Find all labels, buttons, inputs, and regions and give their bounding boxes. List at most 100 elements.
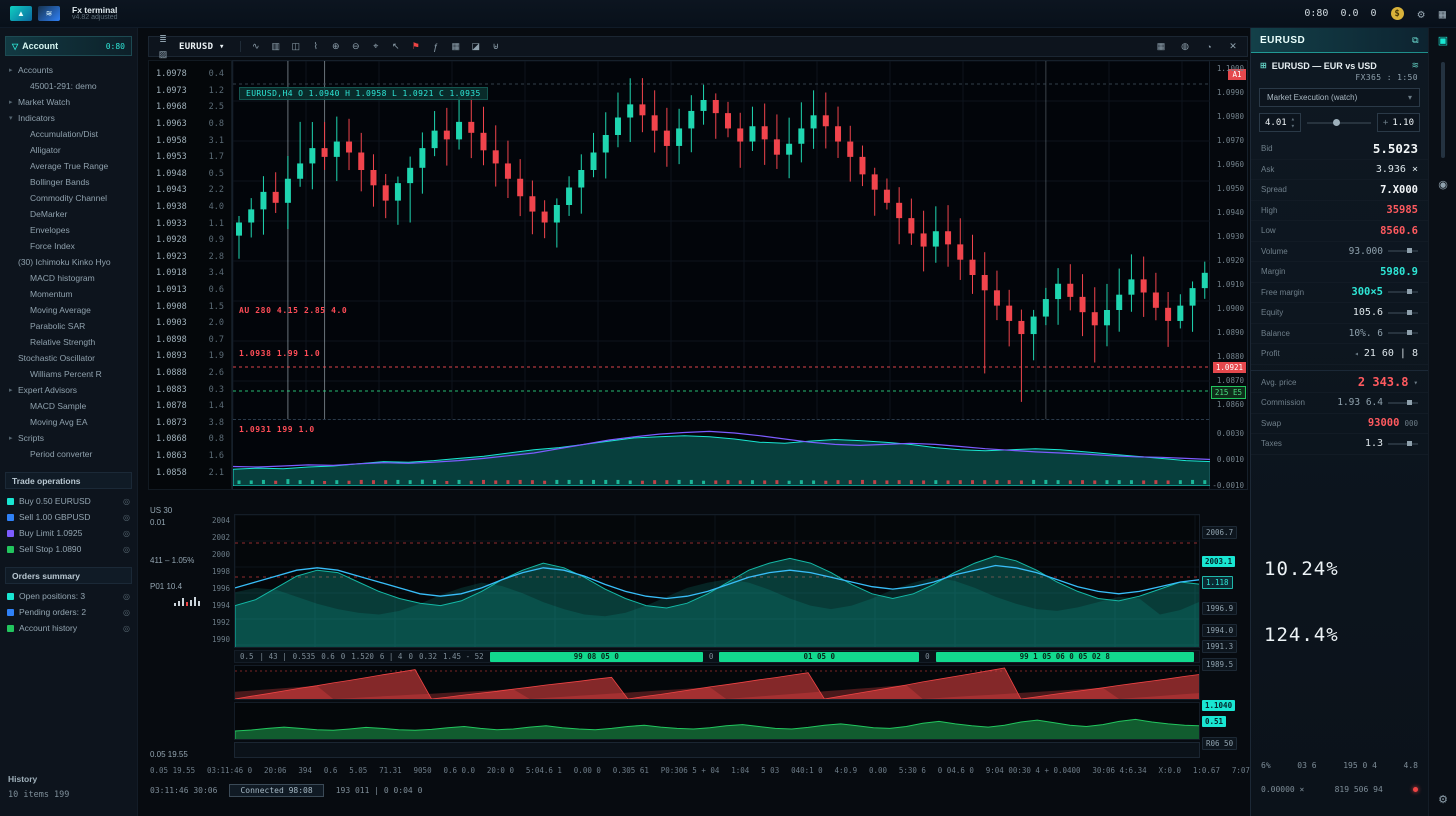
copy-icon[interactable]: ⧉: [1412, 35, 1419, 46]
zoom-in-icon[interactable]: ⊕: [328, 39, 344, 54]
flag-icon[interactable]: ⚑: [408, 39, 424, 54]
cursor-icon[interactable]: ↖: [388, 39, 404, 54]
mention-icon[interactable]: ◎: [123, 529, 130, 538]
list-item[interactable]: Buy Limit 1.0925◎: [0, 525, 137, 541]
dom-row[interactable]: 1.09384.0: [149, 199, 231, 216]
mini-slider[interactable]: [1388, 291, 1418, 293]
list-item[interactable]: Pending orders: 2◎: [0, 604, 137, 620]
mention-icon[interactable]: ◎: [123, 545, 130, 554]
mini-slider[interactable]: [1388, 332, 1418, 334]
sidebar-item-45001-291-demo[interactable]: 45001-291: demo: [0, 78, 137, 94]
mention-icon[interactable]: ◎: [123, 624, 130, 633]
scrollbar-thumb[interactable]: [1441, 62, 1445, 158]
timer-icon[interactable]: ◔: [1201, 39, 1217, 54]
sidebar-item-demarker[interactable]: DeMarker: [0, 206, 137, 222]
dom-row[interactable]: 1.09531.7: [149, 149, 231, 166]
list-item[interactable]: Sell Stop 1.0890◎: [0, 541, 137, 557]
tick-chart-icon[interactable]: ∿: [248, 39, 264, 54]
dom-row[interactable]: 1.09280.9: [149, 232, 231, 249]
sidebar-item-momentum[interactable]: Momentum: [0, 286, 137, 302]
sidebar-item-envelopes[interactable]: Envelopes: [0, 222, 137, 238]
price-axis[interactable]: A1 1.0921 215 E5 1.10001.09901.09801.097…: [1210, 60, 1248, 490]
sidebar-header[interactable]: ▽ Account 0:80: [5, 36, 132, 56]
close-icon[interactable]: ✕: [1225, 39, 1241, 54]
dom-row[interactable]: 1.09682.5: [149, 99, 231, 116]
volume-green-chart[interactable]: [234, 702, 1200, 740]
sidebar-item-period-converter[interactable]: Period converter: [0, 446, 137, 462]
mini-slider[interactable]: [1388, 312, 1418, 314]
layout-icon[interactable]: ▦: [1153, 39, 1169, 54]
symbol-selector[interactable]: EURUSD ▾: [175, 42, 233, 52]
sidebar-item-expert-advisors[interactable]: ▸Expert Advisors: [0, 382, 137, 398]
radio-icon[interactable]: ◉: [1429, 178, 1456, 191]
sidebar-item-accumulation-dist[interactable]: Accumulation/Dist: [0, 126, 137, 142]
sidebar-item-macd-histogram[interactable]: MACD histogram: [0, 270, 137, 286]
sidebar-item-williams-percent-r[interactable]: Williams Percent R: [0, 366, 137, 382]
logo-chart-icon[interactable]: ▲: [10, 6, 32, 21]
sidebar-item-force-index[interactable]: Force Index: [0, 238, 137, 254]
record-icon[interactable]: ◍: [1177, 39, 1193, 54]
sidebar-item--30-ichimoku-kinko-hyo[interactable]: (30) Ichimoku Kinko Hyo: [0, 254, 137, 270]
volume-input[interactable]: 4.01▴▾: [1259, 113, 1301, 132]
indicator-line-chart[interactable]: [234, 514, 1200, 648]
panel-toggle-icon[interactable]: ▣: [1429, 34, 1456, 47]
mention-icon[interactable]: ◎: [123, 608, 130, 617]
sidebar-item-moving-avg-ea[interactable]: Moving Avg EA: [0, 414, 137, 430]
crosshair-icon[interactable]: ⌖: [368, 39, 384, 54]
sidebar-item-parabolic-sar[interactable]: Parabolic SAR: [0, 318, 137, 334]
candlestick-icon[interactable]: ◫: [288, 39, 304, 54]
dom-row[interactable]: 1.09480.5: [149, 166, 231, 183]
dom-row[interactable]: 1.09130.6: [149, 282, 231, 299]
dom-row[interactable]: 1.08830.3: [149, 381, 231, 398]
sidebar-item-indicators[interactable]: ▾Indicators: [0, 110, 137, 126]
bar-chart-icon[interactable]: ▥: [268, 39, 284, 54]
dom-row[interactable]: 1.08980.7: [149, 332, 231, 349]
mini-slider[interactable]: [1388, 443, 1418, 445]
sidebar-item-macd-sample[interactable]: MACD Sample: [0, 398, 137, 414]
dom-row[interactable]: 1.09232.8: [149, 249, 231, 266]
dom-row[interactable]: 1.09583.1: [149, 132, 231, 149]
menu-icon[interactable]: ≣: [155, 32, 171, 47]
settings-gear-icon[interactable]: ⚙: [1418, 7, 1425, 21]
dom-row[interactable]: 1.08680.8: [149, 431, 231, 448]
dom-row[interactable]: 1.09081.5: [149, 298, 231, 315]
logo-wave-icon[interactable]: ≋: [38, 6, 60, 21]
candlestick-chart[interactable]: [233, 61, 1211, 419]
list-item[interactable]: Account history◎: [0, 620, 137, 636]
mention-icon[interactable]: ◎: [123, 592, 130, 601]
sidebar-item-accounts[interactable]: ▸Accounts: [0, 62, 137, 78]
sidebar-item-moving-average[interactable]: Moving Average: [0, 302, 137, 318]
apps-grid-icon[interactable]: ▦: [1439, 7, 1446, 21]
mini-slider[interactable]: [1388, 402, 1418, 404]
sidebar-item-average-true-range[interactable]: Average True Range: [0, 158, 137, 174]
step-input[interactable]: +1.10: [1377, 113, 1420, 132]
dom-row[interactable]: 1.08931.9: [149, 348, 231, 365]
mention-icon[interactable]: ◎: [123, 513, 130, 522]
objects-icon[interactable]: ◪: [468, 39, 484, 54]
dom-row[interactable]: 1.08882.6: [149, 365, 231, 382]
connection-status[interactable]: Connected 98:08: [229, 784, 323, 797]
sidebar-item-commodity-channel[interactable]: Commodity Channel: [0, 190, 137, 206]
sidebar-item-scripts[interactable]: ▸Scripts: [0, 430, 137, 446]
grid-icon[interactable]: ▦: [448, 39, 464, 54]
dom-row[interactable]: 1.09183.4: [149, 265, 231, 282]
dom-row[interactable]: 1.08582.1: [149, 464, 231, 481]
trade-panel-header[interactable]: EURUSD ⧉: [1251, 28, 1428, 53]
main-chart[interactable]: EURUSD,H4 O 1.0940 H 1.0958 L 1.0921 C 1…: [232, 60, 1210, 490]
indicators-icon[interactable]: ƒ: [428, 39, 444, 54]
dom-row[interactable]: 1.09731.2: [149, 83, 231, 100]
volume-slider[interactable]: [1307, 122, 1371, 124]
mini-chart-icon[interactable]: ≋: [1411, 60, 1419, 71]
execution-select[interactable]: Market Execution (watch) ▾: [1259, 88, 1420, 107]
sawtooth-red-chart[interactable]: [234, 665, 1200, 700]
list-item[interactable]: Sell 1.00 GBPUSD◎: [0, 509, 137, 525]
zoom-out-icon[interactable]: ⊖: [348, 39, 364, 54]
sidebar-item-bollinger-bands[interactable]: Bollinger Bands: [0, 174, 137, 190]
dom-row[interactable]: 1.08781.4: [149, 398, 231, 415]
dom-row[interactable]: 1.09432.2: [149, 182, 231, 199]
dom-row[interactable]: 1.08733.8: [149, 414, 231, 431]
history-label[interactable]: History: [8, 774, 69, 784]
dom-row[interactable]: 1.09780.4: [149, 66, 231, 83]
sidebar-item-relative-strength[interactable]: Relative Strength: [0, 334, 137, 350]
sidebar-item-alligator[interactable]: Alligator: [0, 142, 137, 158]
